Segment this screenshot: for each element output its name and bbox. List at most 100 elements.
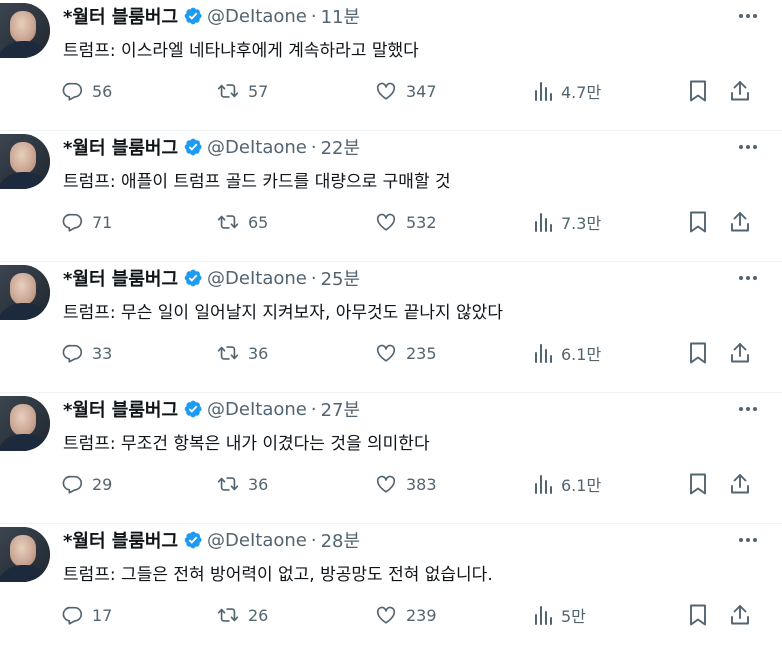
verified-badge-icon [183,6,203,26]
tweet-header: *월터 블룸버그 @DeItaone · 27분 [63,396,360,422]
tweet[interactable]: *월터 블룸버그 @DeItaone · 11분 트럼프: 이스라엘 네타냐후에… [0,0,782,131]
tweet-actions: 29 36 383 6.1만 [0,471,782,497]
avatar[interactable] [0,396,50,451]
author-handle[interactable]: @DeItaone [207,268,307,289]
author-name[interactable]: *월터 블룸버그 [63,396,178,422]
author-name[interactable]: *월터 블룸버그 [63,3,178,29]
views-button[interactable]: 4.7만 [533,78,601,104]
bookmark-icon [687,79,709,103]
tweet[interactable]: *월터 블룸버그 @DeItaone · 28분 트럼프: 그들은 전혀 방어력… [0,524,782,655]
more-icon[interactable] [736,530,760,550]
author-handle[interactable]: @DeItaone [207,530,307,551]
tweet-feed: *월터 블룸버그 @DeItaone · 11분 트럼프: 이스라엘 네타냐후에… [0,0,782,642]
heart-icon [374,80,398,102]
tweet[interactable]: *월터 블룸버그 @DeItaone · 25분 트럼프: 무슨 일이 일어날지… [0,262,782,393]
share-button[interactable] [729,602,751,628]
bookmark-button[interactable] [687,340,709,366]
like-count: 239 [406,605,437,625]
retweet-count: 36 [248,343,269,363]
bookmark-button[interactable] [687,78,709,104]
share-button[interactable] [729,209,751,235]
timestamp[interactable]: 27분 [321,396,360,422]
share-icon [729,341,751,365]
tweet-header: *월터 블룸버그 @DeItaone · 11분 [63,3,360,29]
heart-icon [374,604,398,626]
bookmark-button[interactable] [687,471,709,497]
like-button[interactable]: 239 [374,602,437,628]
tweet-actions: 33 36 235 6.1만 [0,340,782,366]
reply-icon [62,604,84,626]
tweet[interactable]: *월터 블룸버그 @DeItaone · 22분 트럼프: 애플이 트럼프 골드… [0,131,782,262]
retweet-button[interactable]: 36 [216,471,268,497]
author-handle[interactable]: @DeItaone [207,6,307,27]
tweet-text: 트럼프: 애플이 트럼프 골드 카드를 대량으로 구매할 것 [63,172,451,192]
bookmark-button[interactable] [687,602,709,628]
reply-icon [62,80,84,102]
author-handle[interactable]: @DeItaone [207,399,307,420]
author-handle[interactable]: @DeItaone [207,137,307,158]
verified-badge-icon [183,530,203,550]
timestamp[interactable]: 28분 [321,527,360,553]
reply-button[interactable]: 17 [62,602,112,628]
verified-badge-icon [183,268,203,288]
tweet[interactable]: *월터 블룸버그 @DeItaone · 27분 트럼프: 무조건 항복은 내가… [0,393,782,524]
more-icon[interactable] [736,268,760,288]
more-icon[interactable] [736,6,760,26]
share-icon [729,472,751,496]
avatar[interactable] [0,265,50,320]
retweet-icon [216,604,240,626]
share-icon [729,210,751,234]
reply-button[interactable]: 33 [62,340,112,366]
share-button[interactable] [729,78,751,104]
reply-count: 33 [92,343,113,363]
share-button[interactable] [729,471,751,497]
reply-icon [62,342,84,364]
views-button[interactable]: 7.3만 [533,209,601,235]
author-name[interactable]: *월터 블룸버그 [63,265,178,291]
bookmark-icon [687,210,709,234]
tweet-text: 트럼프: 무슨 일이 일어날지 지켜보자, 아무것도 끝나지 않았다 [63,303,503,323]
heart-icon [374,473,398,495]
retweet-button[interactable]: 57 [216,78,268,104]
views-button[interactable]: 6.1만 [533,340,601,366]
like-button[interactable]: 235 [374,340,437,366]
share-icon [729,79,751,103]
author-name[interactable]: *월터 블룸버그 [63,134,178,160]
tweet-actions: 17 26 239 5만 [0,602,782,628]
retweet-button[interactable]: 36 [216,340,268,366]
reply-count: 71 [92,212,113,232]
retweet-icon [216,211,240,233]
views-button[interactable]: 5만 [533,602,586,628]
retweet-button[interactable]: 65 [216,209,268,235]
avatar[interactable] [0,134,50,189]
retweet-button[interactable]: 26 [216,602,268,628]
like-button[interactable]: 383 [374,471,437,497]
verified-badge-icon [183,399,203,419]
views-button[interactable]: 6.1만 [533,471,601,497]
reply-button[interactable]: 56 [62,78,112,104]
views-count: 6.1만 [561,345,602,364]
tweet-text: 트럼프: 무조건 항복은 내가 이겼다는 것을 의미한다 [63,434,430,454]
views-icon [533,80,553,102]
like-button[interactable]: 532 [374,209,437,235]
author-name[interactable]: *월터 블룸버그 [63,527,178,553]
reply-button[interactable]: 29 [62,471,112,497]
timestamp[interactable]: 22분 [321,134,360,160]
like-button[interactable]: 347 [374,78,437,104]
views-count: 7.3만 [561,214,602,233]
share-button[interactable] [729,340,751,366]
timestamp[interactable]: 11분 [321,3,360,29]
reply-button[interactable]: 71 [62,209,112,235]
separator-dot: · [310,136,317,158]
avatar[interactable] [0,3,50,58]
retweet-icon [216,80,240,102]
views-icon [533,604,553,626]
tweet-header: *월터 블룸버그 @DeItaone · 25분 [63,265,360,291]
timestamp[interactable]: 25분 [321,265,360,291]
bookmark-icon [687,472,709,496]
avatar[interactable] [0,527,50,582]
more-icon[interactable] [736,137,760,157]
more-icon[interactable] [736,399,760,419]
reply-count: 56 [92,81,113,101]
bookmark-button[interactable] [687,209,709,235]
